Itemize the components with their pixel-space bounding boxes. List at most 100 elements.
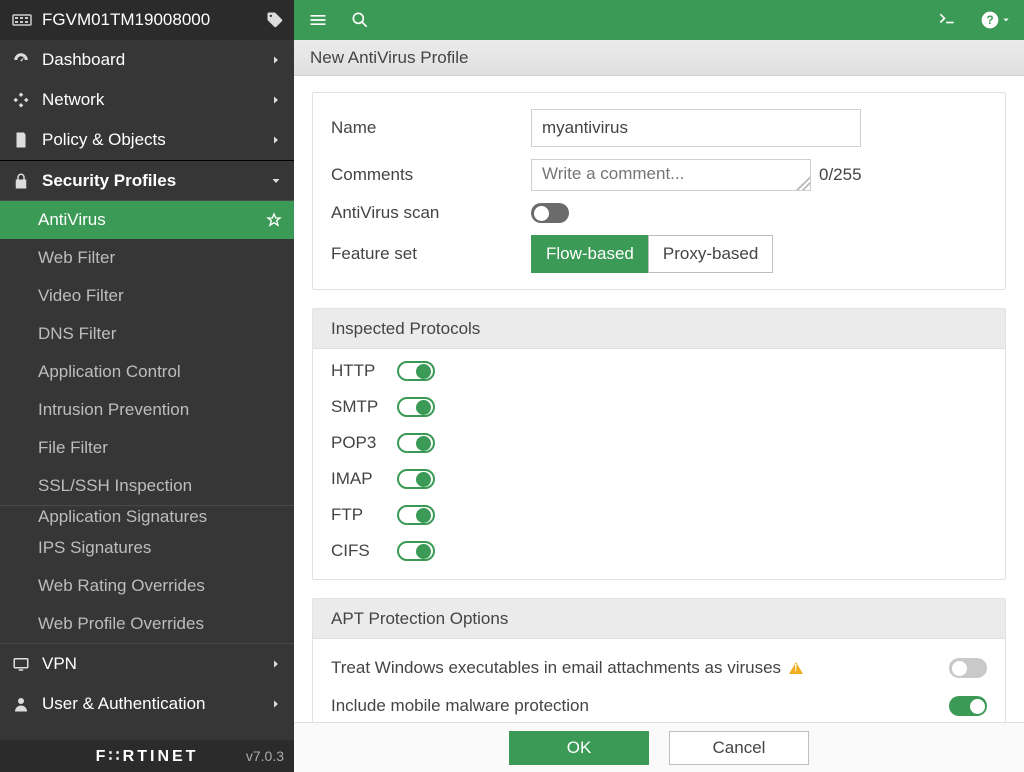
content-scroll[interactable]: Name Comments 0/255 AntiVirus scan Featu…: [294, 76, 1024, 722]
proto-label: SMTP: [331, 397, 397, 417]
apt-treat: Treat Windows executables in email attac…: [331, 649, 987, 687]
subnav-label: IPS Signatures: [38, 538, 151, 558]
ok-button[interactable]: OK: [509, 731, 649, 765]
comments-input[interactable]: [531, 159, 811, 191]
apt-treat-label: Treat Windows executables in email attac…: [331, 658, 781, 678]
version-label: v7.0.3: [246, 748, 284, 764]
device-icon: [12, 12, 32, 28]
proto-pop3-toggle[interactable]: [397, 433, 435, 453]
chevron-right-icon: [270, 698, 282, 710]
policy-icon: [12, 131, 30, 149]
sidebar-item-label: Network: [42, 90, 258, 110]
name-input[interactable]: [531, 109, 861, 147]
subnav-webfilter[interactable]: Web Filter: [0, 239, 294, 277]
subnav-label: Intrusion Prevention: [38, 400, 189, 420]
subnav-dnsfilter[interactable]: DNS Filter: [0, 315, 294, 353]
lock-icon: [12, 172, 30, 190]
row-comments: Comments 0/255: [313, 153, 1005, 197]
sidebar-item-network[interactable]: Network: [0, 80, 294, 120]
sidebar-item-user[interactable]: User & Authentication: [0, 684, 294, 724]
tag-icon[interactable]: [266, 11, 284, 29]
user-icon: [12, 695, 30, 713]
subnav-webprofile[interactable]: Web Profile Overrides: [0, 605, 294, 643]
sidebar-item-policy[interactable]: Policy & Objects: [0, 120, 294, 160]
apt-mobile-label: Include mobile malware protection: [331, 696, 589, 716]
menu-icon[interactable]: [308, 10, 328, 30]
subnav-label: SSL/SSH Inspection: [38, 476, 192, 496]
proto-cifs: CIFS: [331, 533, 987, 569]
proto-label: FTP: [331, 505, 397, 525]
feature-proxy-button[interactable]: Proxy-based: [648, 235, 773, 273]
proto-label: HTTP: [331, 361, 397, 381]
subnav-label: AntiVirus: [38, 210, 106, 230]
sidebar-item-security[interactable]: Security Profiles: [0, 160, 294, 200]
subnav-ipssig[interactable]: IPS Signatures: [0, 529, 294, 567]
main-area: ? New AntiVirus Profile Name Comments 0/…: [294, 0, 1024, 772]
sidebar-item-label: Policy & Objects: [42, 130, 258, 150]
host-row: FGVM01TM19008000: [0, 0, 294, 40]
row-featureset: Feature set Flow-based Proxy-based: [313, 229, 1005, 279]
search-icon[interactable]: [350, 10, 370, 30]
proto-smtp-toggle[interactable]: [397, 397, 435, 417]
proto-label: IMAP: [331, 469, 397, 489]
subnav-label: Application Control: [38, 362, 181, 382]
protocols-list: HTTP SMTP POP3 IMAP FTP CIFS: [313, 349, 1005, 579]
proto-cifs-toggle[interactable]: [397, 541, 435, 561]
subnav-intrusion[interactable]: Intrusion Prevention: [0, 391, 294, 429]
proto-imap-toggle[interactable]: [397, 469, 435, 489]
chevron-right-icon: [270, 658, 282, 670]
subnav-webrating[interactable]: Web Rating Overrides: [0, 567, 294, 605]
subnav-label: Application Signatures: [38, 508, 207, 527]
apt-mobile-toggle[interactable]: [949, 696, 987, 716]
sidebar-item-dashboard[interactable]: Dashboard: [0, 40, 294, 80]
row-name: Name: [313, 103, 1005, 153]
sidebar-item-label: User & Authentication: [42, 694, 258, 714]
warning-icon: [789, 662, 803, 674]
brand-logo: F∶∶RTINET: [96, 746, 199, 766]
hostname: FGVM01TM19008000: [42, 10, 256, 30]
protocols-pane: Inspected Protocols HTTP SMTP POP3 IMAP …: [312, 308, 1006, 580]
proto-http: HTTP: [331, 353, 987, 389]
proto-pop3: POP3: [331, 425, 987, 461]
network-icon: [12, 91, 30, 109]
apt-pane: APT Protection Options Treat Windows exe…: [312, 598, 1006, 722]
help-icon: ?: [980, 10, 1000, 30]
avscan-toggle[interactable]: [531, 203, 569, 223]
apt-mobile: Include mobile malware protection: [331, 687, 987, 722]
proto-smtp: SMTP: [331, 389, 987, 425]
caret-down-icon: [1002, 16, 1010, 24]
help-dropdown[interactable]: ?: [980, 10, 1010, 30]
cancel-button[interactable]: Cancel: [669, 731, 809, 765]
nav-list-bottom: VPN User & Authentication: [0, 644, 294, 724]
subnav-label: Web Profile Overrides: [38, 614, 204, 634]
sidebar: FGVM01TM19008000 Dashboard Network Polic…: [0, 0, 294, 772]
nav-list: Dashboard Network Policy & Objects Secur…: [0, 40, 294, 200]
subnav-appsig[interactable]: Application Signatures: [0, 505, 294, 529]
subnav-sslssh[interactable]: SSL/SSH Inspection: [0, 467, 294, 505]
proto-label: CIFS: [331, 541, 397, 561]
star-icon[interactable]: [266, 212, 282, 228]
subnav-label: Video Filter: [38, 286, 124, 306]
sidebar-footer: F∶∶RTINET v7.0.3: [0, 740, 294, 772]
row-avscan: AntiVirus scan: [313, 197, 1005, 229]
apt-treat-toggle[interactable]: [949, 658, 987, 678]
avscan-label: AntiVirus scan: [331, 203, 501, 223]
featureset-segmented: Flow-based Proxy-based: [531, 235, 773, 273]
dashboard-icon: [12, 51, 30, 69]
subnav-filefilter[interactable]: File Filter: [0, 429, 294, 467]
svg-text:?: ?: [986, 14, 993, 27]
protocols-header: Inspected Protocols: [313, 309, 1005, 349]
cli-icon[interactable]: [936, 10, 958, 30]
subnav-antivirus[interactable]: AntiVirus: [0, 201, 294, 239]
subnav-videofilter[interactable]: Video Filter: [0, 277, 294, 315]
sidebar-item-label: Security Profiles: [42, 171, 258, 191]
proto-ftp-toggle[interactable]: [397, 505, 435, 525]
subnav-appcontrol[interactable]: Application Control: [0, 353, 294, 391]
page-title-bar: New AntiVirus Profile: [294, 40, 1024, 76]
chevron-right-icon: [270, 94, 282, 106]
sidebar-item-vpn[interactable]: VPN: [0, 644, 294, 684]
subnav-label: Web Rating Overrides: [38, 576, 205, 596]
proto-http-toggle[interactable]: [397, 361, 435, 381]
topbar: ?: [294, 0, 1024, 40]
feature-flow-button[interactable]: Flow-based: [531, 235, 648, 273]
